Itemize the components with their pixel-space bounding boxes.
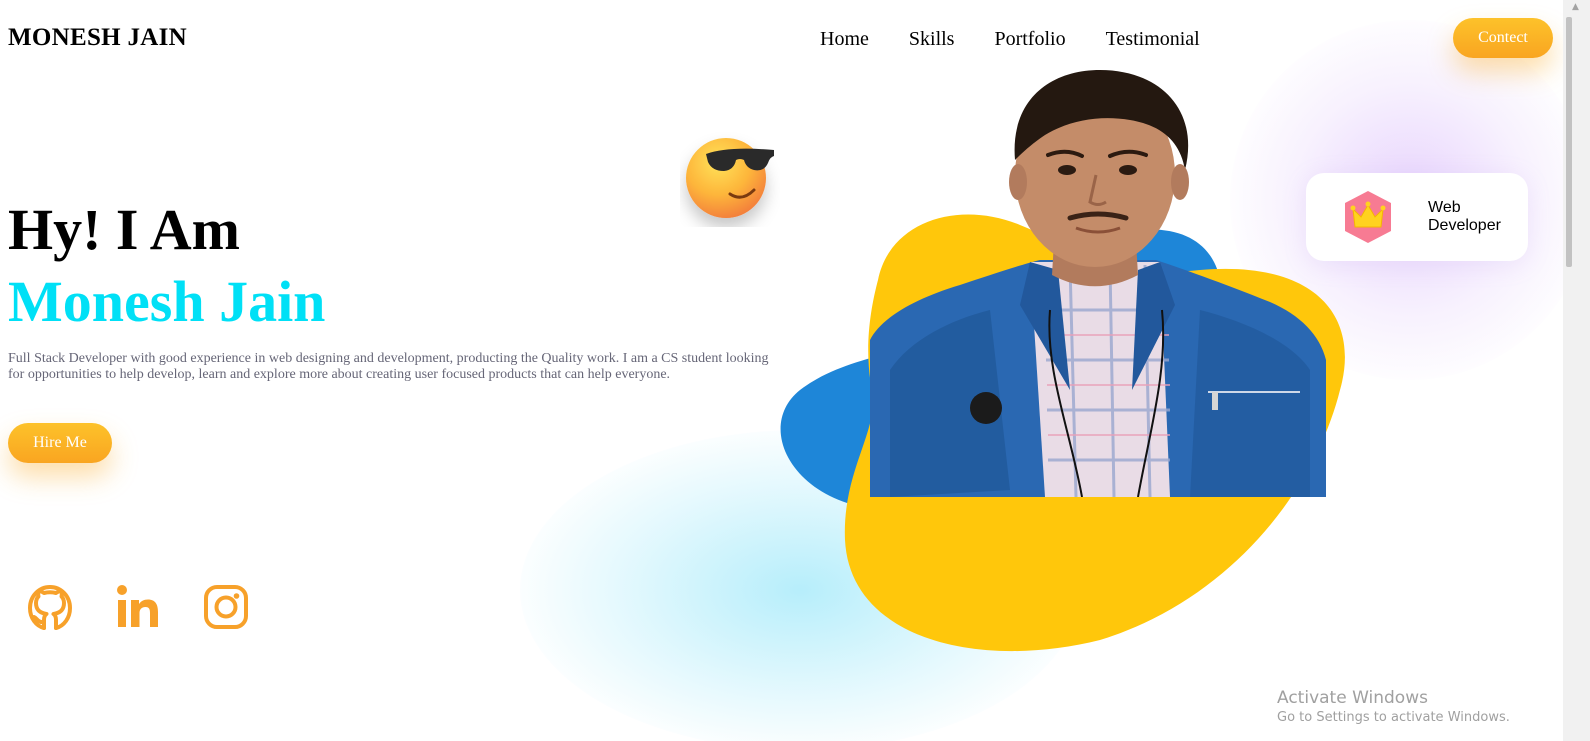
scroll-up-arrow-icon[interactable]: ▲: [1572, 2, 1579, 12]
nav-skills[interactable]: Skills: [909, 28, 955, 51]
hire-me-button[interactable]: Hire Me: [8, 423, 112, 463]
main-nav: Home Skills Portfolio Testimonial: [820, 28, 1200, 51]
badge-label-line2: Developer: [1428, 217, 1501, 234]
crown-icon: [1345, 191, 1391, 243]
nav-home[interactable]: Home: [820, 28, 869, 51]
watermark-title: Activate Windows: [1277, 688, 1428, 708]
linkedin-icon[interactable]: [114, 582, 162, 632]
hero-greeting: Hy! I Am: [8, 197, 240, 262]
contact-button[interactable]: Contect: [1453, 18, 1553, 58]
social-links: [26, 582, 250, 632]
site-logo[interactable]: MONESH JAIN: [8, 24, 187, 52]
hero-name: Monesh Jain: [8, 269, 326, 334]
scrollbar-thumb[interactable]: [1566, 17, 1572, 267]
github-icon[interactable]: [26, 582, 74, 632]
hero-description: Full Stack Developer with good experienc…: [8, 351, 769, 382]
vertical-scrollbar[interactable]: ▲: [1563, 0, 1590, 741]
nav-portfolio[interactable]: Portfolio: [994, 28, 1065, 51]
nav-testimonial[interactable]: Testimonial: [1106, 28, 1200, 51]
role-badge-card: Web Developer: [1306, 173, 1528, 261]
windows-activation-watermark: Activate Windows Go to Settings to activ…: [1277, 688, 1510, 725]
badge-label: Web Developer: [1428, 199, 1501, 235]
watermark-subtitle: Go to Settings to activate Windows.: [1277, 710, 1510, 725]
badge-label-line1: Web: [1428, 199, 1461, 216]
profile-photo: [870, 70, 1326, 497]
instagram-icon[interactable]: [202, 582, 250, 632]
